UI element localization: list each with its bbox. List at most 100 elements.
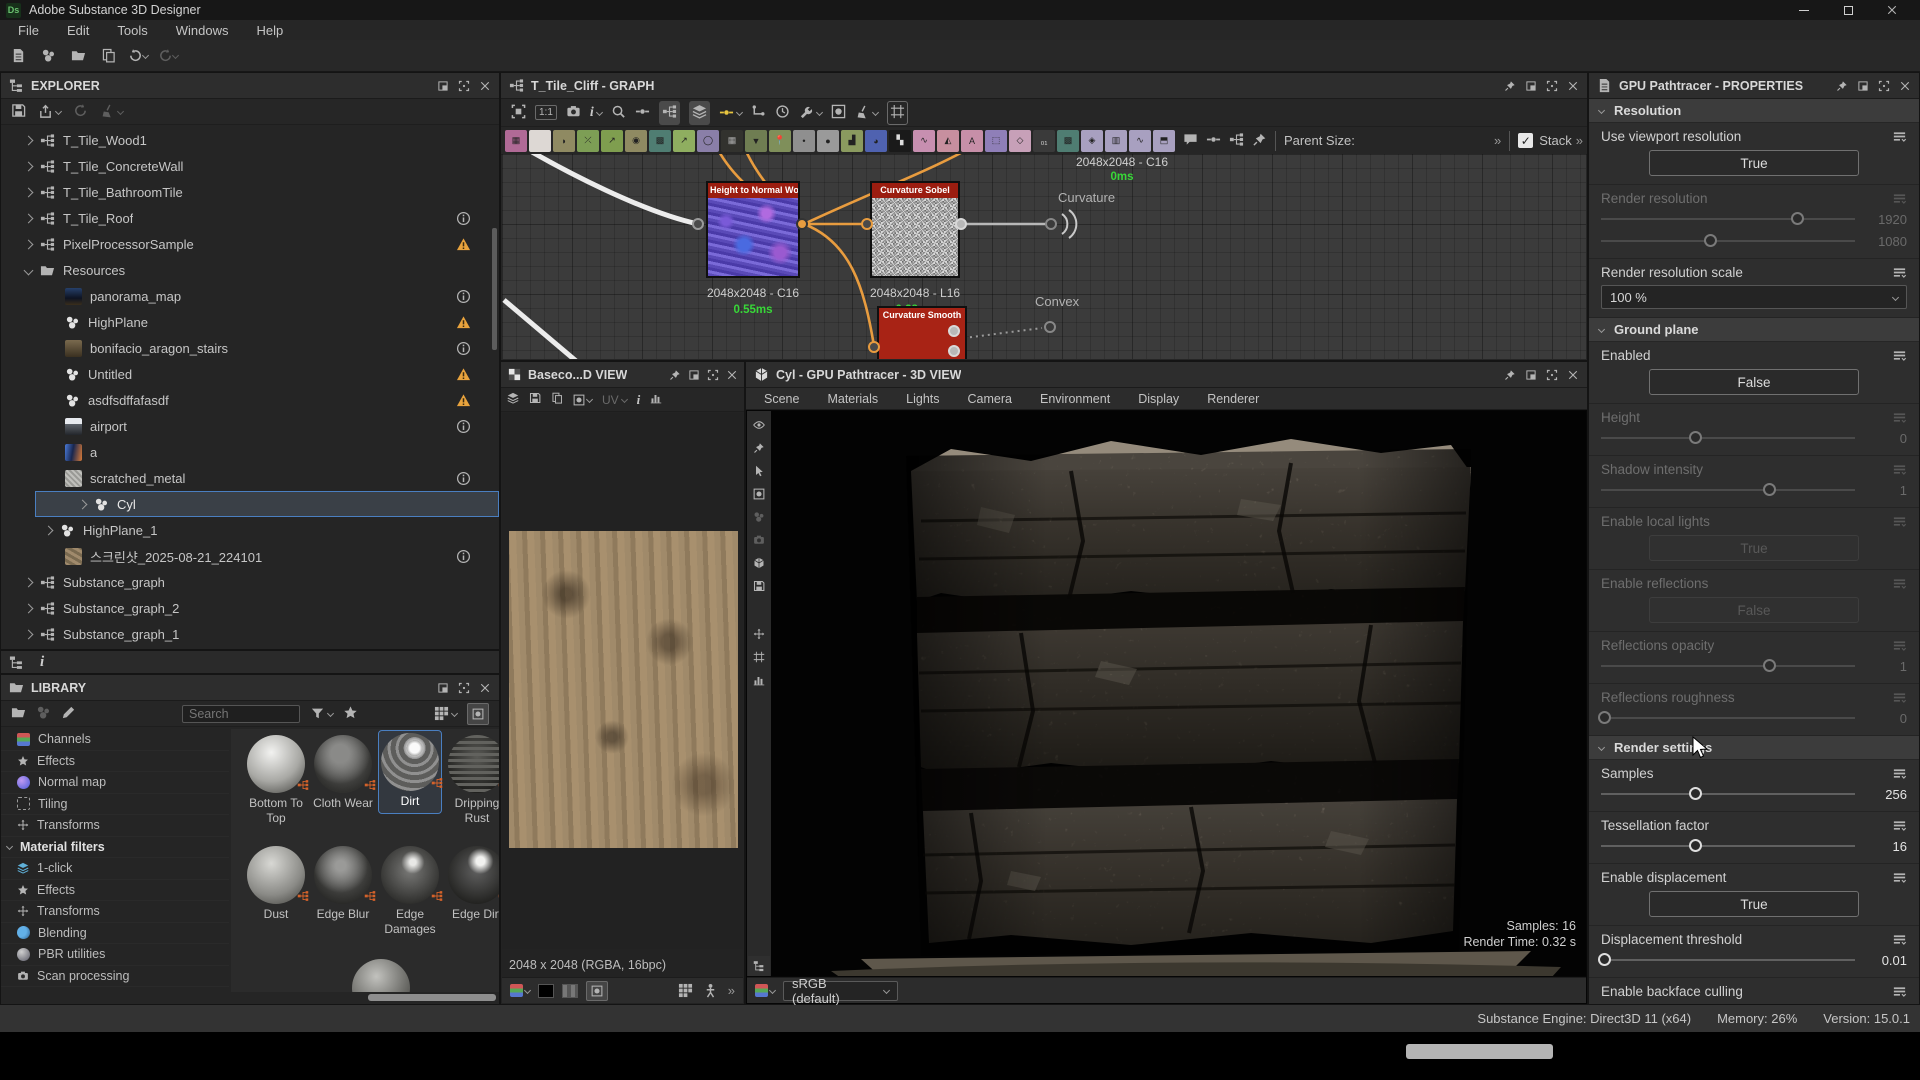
section-resolution[interactable]: Resolution (1589, 99, 1919, 123)
close-icon[interactable] (479, 682, 491, 694)
sidebar-item-blending[interactable]: Blending (1, 923, 229, 945)
maximize-icon[interactable] (458, 682, 470, 694)
expand-chevron[interactable] (24, 603, 34, 613)
warning-icon[interactable] (456, 315, 471, 330)
preset-menu-icon[interactable] (1892, 638, 1907, 653)
preset-menu-icon[interactable] (1892, 191, 1907, 206)
tree-tab-icon[interactable] (9, 655, 24, 670)
atomic-fractal-icon[interactable]: ▩ (1057, 130, 1079, 152)
atomic-channel-shuffle-icon[interactable]: ⤫ (577, 130, 599, 152)
tessellation-factor-slider[interactable]: 16 (1601, 837, 1907, 855)
expand-chevron[interactable] (24, 187, 34, 197)
shadow-intensity-slider[interactable]: 1 (1601, 481, 1907, 499)
atomic-mirror-icon[interactable]: ◭ (937, 130, 959, 152)
atomic-shape-icon[interactable]: ◯ (697, 130, 719, 152)
background-swatch-gray[interactable] (562, 984, 578, 998)
expand-chevron[interactable] (24, 577, 34, 587)
sidebar-item-tiling[interactable]: Tiling (1, 794, 229, 816)
menu-renderer[interactable]: Renderer (1195, 392, 1271, 406)
mannequin-icon[interactable] (703, 983, 718, 998)
close-icon[interactable] (1567, 80, 1579, 92)
atomic-output-icon[interactable]: ⬒ (1153, 130, 1175, 152)
undo-history-chevron[interactable] (142, 52, 149, 59)
menu-scene[interactable]: Scene (752, 392, 811, 406)
library-material-cloth-wear[interactable]: Cloth Wear (312, 733, 374, 811)
warning-icon[interactable] (456, 393, 471, 408)
graph-canvas[interactable]: Height to Normal World... 2048x2048 - C1… (502, 154, 1586, 359)
library-material-dripping-rust[interactable]: Dripping Rust (446, 733, 499, 826)
input-port[interactable] (868, 341, 880, 353)
atomic-value-curve-icon[interactable]: ₀₁ (1033, 130, 1055, 152)
filter-button[interactable] (310, 706, 333, 721)
samples-slider[interactable]: 256 (1601, 785, 1907, 803)
wire-style-button[interactable] (719, 105, 742, 120)
explorer-item[interactable]: T_Tile_ConcreteWall (1, 153, 499, 179)
channel-select-button[interactable] (755, 984, 775, 997)
explorer-item[interactable]: Substance_graph_1 (1, 621, 499, 647)
explorer-item[interactable]: PixelProcessorSample (1, 231, 499, 257)
library-material-edge-damages[interactable]: Edge Damages (379, 844, 441, 937)
favorites-button[interactable] (343, 705, 358, 723)
tools-button[interactable] (799, 105, 822, 120)
search-input[interactable] (182, 705, 300, 723)
atomic-bitmap-icon[interactable]: ▦ (505, 130, 527, 152)
node-height-to-normal[interactable]: Height to Normal World... (706, 181, 800, 278)
view3d-tree-tab[interactable] (748, 956, 770, 976)
material-sphere-partial[interactable] (352, 959, 410, 992)
view3d-canvas[interactable]: Samples: 16 Render Time: 0.32 s (771, 411, 1586, 976)
preset-menu-icon[interactable] (1892, 129, 1907, 144)
atomic-diamond-icon[interactable]: ◇ (1009, 130, 1031, 152)
info-button[interactable]: i (637, 392, 641, 408)
clean-graph-button[interactable] (855, 105, 878, 120)
undo-button[interactable] (126, 44, 150, 68)
color-display-button[interactable] (586, 981, 608, 1001)
explorer-item[interactable]: scratched_metal (1, 465, 499, 491)
info-icon[interactable] (456, 549, 471, 564)
camera-tool-icon[interactable] (753, 534, 765, 546)
preset-menu-icon[interactable] (1892, 984, 1907, 999)
material-sphere-icon[interactable] (753, 511, 765, 523)
atomic-flood-fill-icon[interactable]: ▼ (745, 130, 767, 152)
pin-icon[interactable] (1504, 80, 1516, 92)
uv-toggle[interactable]: UV (602, 393, 627, 407)
expand-chevron[interactable] (24, 629, 34, 639)
save-button[interactable] (11, 103, 26, 121)
atomic-curve-icon[interactable]: ↗ (601, 130, 623, 152)
warning-icon[interactable] (456, 237, 471, 252)
preset-menu-icon[interactable] (1892, 410, 1907, 425)
preset-menu-icon[interactable] (1892, 348, 1907, 363)
atomic-gradient-map-icon[interactable]: ◕ (865, 130, 887, 152)
library-horizontal-scrollbar[interactable] (368, 994, 496, 1001)
render-height-slider[interactable]: 1080 (1601, 232, 1907, 250)
histogram-button[interactable] (650, 392, 662, 407)
info-icon[interactable] (456, 341, 471, 356)
geometry-icon[interactable] (753, 557, 765, 569)
add-library-folder-button[interactable] (11, 705, 26, 723)
thumbnail-view-button[interactable] (467, 703, 489, 725)
explorer-item[interactable]: Substance_graph_2 (1, 595, 499, 621)
channel-select-button[interactable] (510, 984, 530, 997)
redo-history-chevron[interactable] (172, 52, 179, 59)
info-tab-icon[interactable]: i (40, 654, 44, 671)
explorer-item[interactable]: T_Tile_Wood1 (1, 127, 499, 153)
expand-chevron[interactable] (24, 239, 34, 249)
atomic-input-value-icon[interactable]: ◈ (1081, 130, 1103, 152)
atomic-curve-io-icon[interactable]: ∿ (1129, 130, 1151, 152)
preset-menu-icon[interactable] (1892, 462, 1907, 477)
scene-image-icon[interactable] (753, 488, 765, 500)
save-render-icon[interactable] (753, 580, 765, 592)
input-port[interactable] (692, 218, 704, 230)
explorer-item[interactable]: panorama_map (1, 283, 499, 309)
compute-time-button[interactable] (775, 104, 790, 122)
atomic-blend-icon[interactable]: ◗ (553, 130, 575, 152)
export-button[interactable] (38, 104, 61, 119)
info-icon[interactable] (456, 211, 471, 226)
sidebar-item-pbr-utilities[interactable]: PBR utilities (1, 944, 229, 966)
maximize-icon[interactable] (707, 369, 719, 381)
explorer-item[interactable]: bonifacio_aragon_stairs (1, 335, 499, 361)
info-icon[interactable] (456, 471, 471, 486)
menu-lights[interactable]: Lights (894, 392, 951, 406)
enable-displacement-toggle[interactable]: True (1649, 891, 1859, 917)
grid-snap-button[interactable] (887, 101, 908, 125)
close-icon[interactable] (726, 369, 738, 381)
